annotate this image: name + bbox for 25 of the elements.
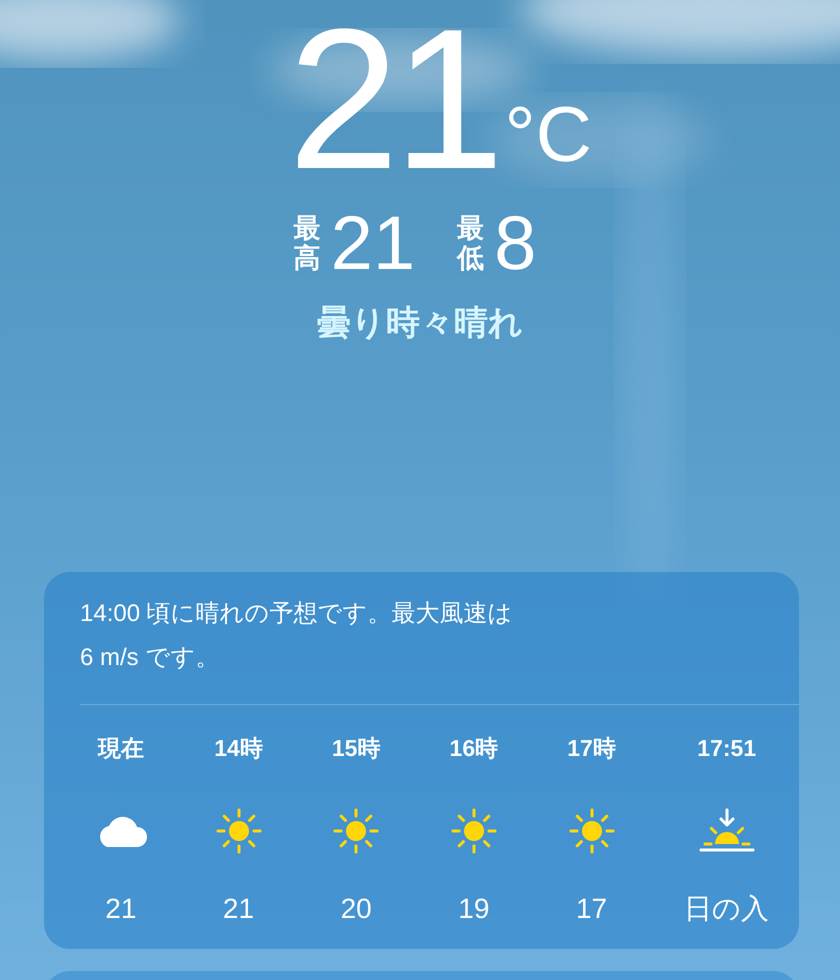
low-label: 最低 — [457, 214, 484, 274]
sun-icon — [450, 807, 498, 855]
sun-icon — [332, 807, 380, 855]
weather-condition: 曇り時々晴れ — [317, 303, 523, 344]
hour-label: 17時 — [567, 734, 616, 763]
hour-value: 20 — [340, 892, 372, 926]
hour-value: 17 — [576, 892, 608, 926]
current-temperature: 21 — [288, 0, 498, 200]
hour-value: 21 — [222, 892, 254, 926]
sun-icon — [214, 807, 262, 855]
hour-value: 日の入 — [684, 892, 770, 926]
hour-label: 16時 — [450, 734, 498, 763]
sun-icon — [568, 807, 616, 855]
hour-label: 17:51 — [697, 734, 756, 763]
high-temperature: 21 — [330, 204, 416, 284]
hour-label: 15時 — [332, 734, 380, 763]
hour-label: 現在 — [98, 734, 144, 763]
forecast-summary: 14:00 頃に晴れの予想です。最大風速は 6 m/s です。 — [80, 599, 514, 673]
hour-value: 21 — [105, 892, 136, 926]
temperature-unit: °C — [504, 95, 592, 173]
hour-label: 14時 — [214, 734, 263, 763]
low-temperature: 8 — [494, 204, 536, 284]
sunset-icon — [698, 808, 755, 854]
high-label: 最高 — [294, 214, 321, 274]
hour-value: 19 — [458, 892, 490, 926]
